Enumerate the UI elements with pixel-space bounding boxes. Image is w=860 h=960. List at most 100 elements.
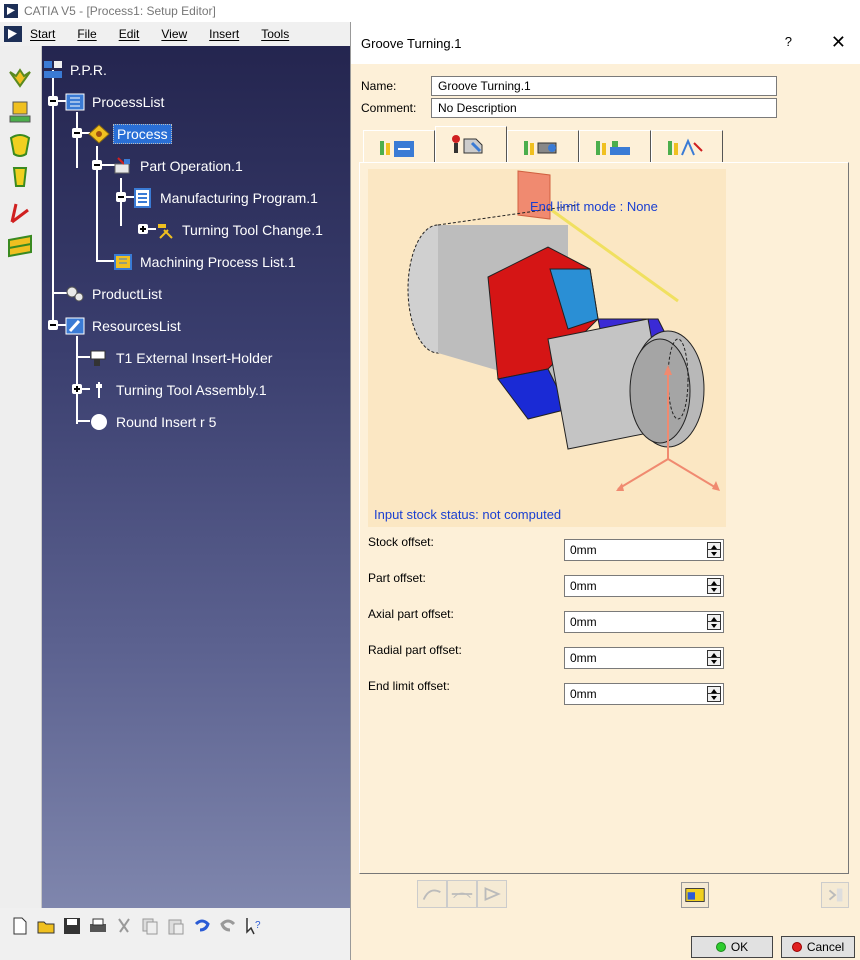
specification-tree: P.P.R. ProcessList Process Part Operatio… <box>42 46 350 908</box>
undo-icon[interactable] <box>192 916 212 936</box>
left-toolbar <box>0 46 42 908</box>
replay-toolbar <box>417 880 507 908</box>
tool-assembly-icon <box>96 382 102 398</box>
surface-tool-icon[interactable] <box>6 232 34 260</box>
insert-holder-icon <box>90 350 106 366</box>
machining-feature-tool-icon[interactable] <box>6 132 34 160</box>
catia-logo-icon <box>4 4 18 18</box>
close-button[interactable]: ✕ <box>831 32 846 53</box>
paste-icon[interactable] <box>166 916 186 936</box>
expander-part-operation[interactable] <box>92 160 102 170</box>
spin-arrows-icon[interactable] <box>707 614 721 630</box>
stock-offset-field[interactable]: 0mm <box>564 539 724 561</box>
tab-feeds-speeds[interactable] <box>579 130 651 162</box>
name-label: Name: <box>361 79 397 93</box>
window-titlebar: CATIA V5 - [Process1: Setup Editor] <box>0 0 860 22</box>
spin-arrows-icon[interactable] <box>707 650 721 666</box>
design-feature-tool-icon[interactable] <box>6 164 34 192</box>
groove-geometry-graphic[interactable]: End limit mode : None Input stock status… <box>368 169 726 527</box>
tree-node-productlist[interactable]: ProductList <box>64 284 165 304</box>
preview-icon[interactable] <box>681 882 709 908</box>
name-field[interactable]: Groove Turning.1 <box>431 76 777 96</box>
expander-turning-tool-change[interactable] <box>138 224 148 234</box>
tree-node-process[interactable]: Process <box>88 124 172 144</box>
help-button[interactable]: ? <box>785 34 792 49</box>
menu-start[interactable]: Start <box>30 27 55 41</box>
part-illustration <box>407 170 720 491</box>
status-bar <box>0 944 350 960</box>
menu-view[interactable]: View <box>161 27 187 41</box>
spin-arrows-icon[interactable] <box>707 542 721 558</box>
cut-icon[interactable] <box>114 916 134 936</box>
tree-node-manufacturing-program[interactable]: Manufacturing Program.1 <box>132 188 321 208</box>
end-limit-offset-label: End limit offset: <box>368 679 450 693</box>
tab-tool[interactable] <box>507 130 579 162</box>
tree-node-machining-process-list[interactable]: Machining Process List.1 <box>112 252 299 272</box>
end-limit-mode-text: End limit mode : None <box>530 199 658 214</box>
axial-part-offset-label: Axial part offset: <box>368 607 454 621</box>
tree-node-ppr[interactable]: P.P.R. <box>42 60 110 80</box>
comment-row: Comment: No Description <box>361 98 777 118</box>
menu-insert[interactable]: Insert <box>209 27 239 41</box>
part-operation-tool-icon[interactable] <box>6 64 34 92</box>
stock-offset-label: Stock offset: <box>368 535 434 549</box>
macro-tab-icon <box>668 138 703 156</box>
strategy-tab-icon <box>380 141 414 157</box>
sketch-profile-tool-icon[interactable] <box>6 198 34 226</box>
tree-node-insert-holder[interactable]: T1 External Insert-Holder <box>88 348 275 368</box>
menu-tools[interactable]: Tools <box>261 27 289 41</box>
print-icon[interactable] <box>88 916 108 936</box>
groove-turning-dialog: Groove Turning.1 ? ✕ Name: Groove Turnin… <box>350 22 860 960</box>
expander-processlist[interactable] <box>48 96 58 106</box>
tree-node-processlist[interactable]: ProcessList <box>64 92 167 112</box>
ok-button[interactable]: OK <box>691 936 773 958</box>
tool-path-replay-icon[interactable] <box>417 880 447 908</box>
part-offset-field[interactable]: 0mm <box>564 575 724 597</box>
axial-part-offset-field[interactable]: 0mm <box>564 611 724 633</box>
simulation-icon[interactable] <box>447 880 477 908</box>
tool-change-icon <box>158 224 173 239</box>
parameter-tabs <box>363 126 723 162</box>
comment-label: Comment: <box>361 101 417 115</box>
tree-node-resourceslist[interactable]: ResourcesList <box>64 316 184 336</box>
tree-node-part-operation[interactable]: Part Operation.1 <box>112 156 246 176</box>
copy-icon[interactable] <box>140 916 160 936</box>
axial-part-offset-row: Axial part offset: 0mm <box>368 607 728 633</box>
tree-node-round-insert[interactable]: Round Insert r 5 <box>88 412 219 432</box>
expander-manufacturing-program[interactable] <box>116 192 126 202</box>
expander-turning-tool-assembly[interactable] <box>72 384 82 394</box>
comment-field[interactable]: No Description <box>431 98 777 118</box>
next-icon[interactable] <box>821 882 849 908</box>
menu-file[interactable]: File <box>77 27 96 41</box>
tab-macro[interactable] <box>651 130 723 162</box>
name-row: Name: Groove Turning.1 <box>361 76 777 96</box>
geometry-tab-icon <box>452 135 483 154</box>
menu-edit[interactable]: Edit <box>119 27 140 41</box>
window-title: CATIA V5 - [Process1: Setup Editor] <box>24 4 216 18</box>
process-icon <box>88 124 110 144</box>
spin-arrows-icon[interactable] <box>707 686 721 702</box>
cancel-button[interactable]: Cancel <box>781 936 855 958</box>
radial-part-offset-field[interactable]: 0mm <box>564 647 724 669</box>
part-offset-row: Part offset: 0mm <box>368 571 728 597</box>
manufacturing-program-tool-icon[interactable] <box>6 98 34 126</box>
open-folder-icon[interactable] <box>36 916 56 936</box>
catia-menu-logo-icon[interactable] <box>4 26 22 42</box>
expander-process[interactable] <box>72 128 82 138</box>
end-limit-offset-field[interactable]: 0mm <box>564 683 724 705</box>
svg-text:?: ? <box>255 920 261 931</box>
geometry-panel: End limit mode : None Input stock status… <box>359 162 849 874</box>
expander-resourceslist[interactable] <box>48 320 58 330</box>
tool-tab-icon <box>524 141 557 155</box>
tab-strategy[interactable] <box>363 130 435 162</box>
tree-node-turning-tool-assembly[interactable]: Turning Tool Assembly.1 <box>88 380 270 400</box>
tree-node-turning-tool-change[interactable]: Turning Tool Change.1 <box>154 220 326 240</box>
video-simulation-icon[interactable] <box>477 880 507 908</box>
redo-icon[interactable] <box>218 916 238 936</box>
stock-offset-row: Stock offset: 0mm <box>368 535 728 561</box>
tab-geometry[interactable] <box>435 126 507 162</box>
whats-this-icon[interactable]: ? <box>244 916 264 936</box>
spin-arrows-icon[interactable] <box>707 578 721 594</box>
save-icon[interactable] <box>62 916 82 936</box>
new-file-icon[interactable] <box>10 916 30 936</box>
